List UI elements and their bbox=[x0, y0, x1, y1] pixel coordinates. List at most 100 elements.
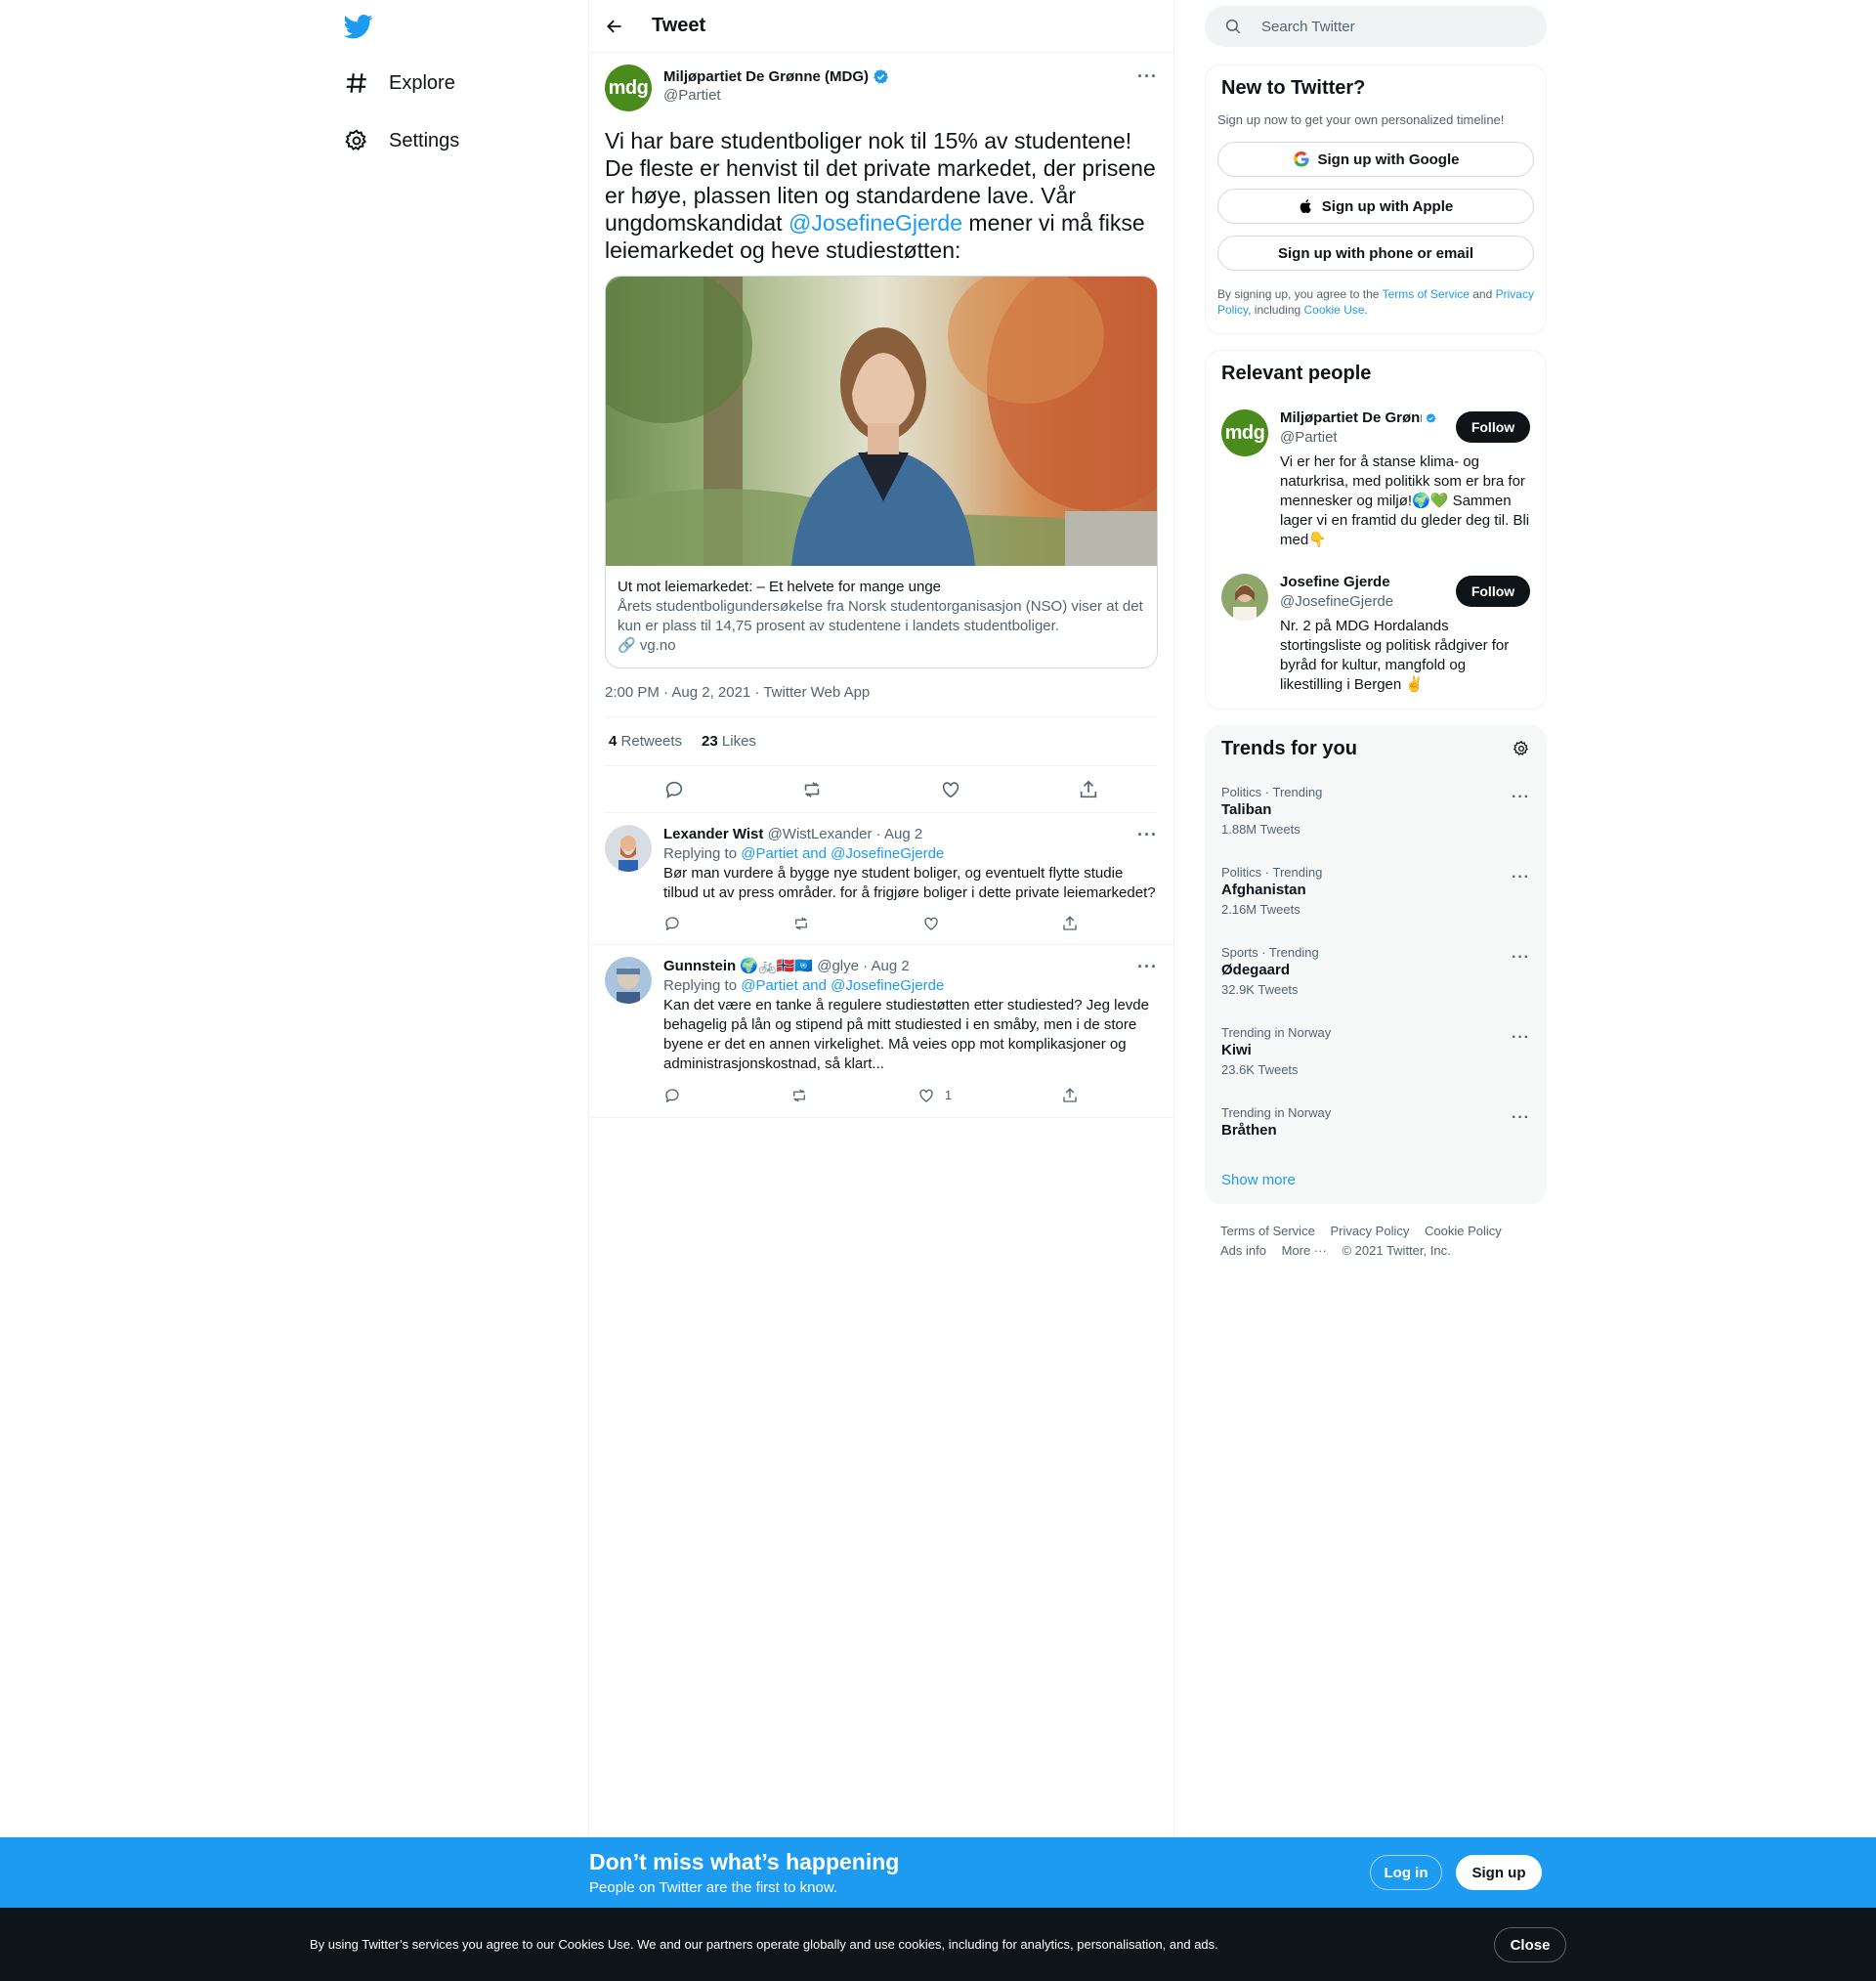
page-title: Tweet bbox=[652, 15, 706, 36]
reply-icon[interactable] bbox=[663, 779, 685, 800]
reply-author-name[interactable]: Lexander Wist bbox=[663, 826, 763, 842]
mention-link[interactable]: @JosefineGjerde bbox=[789, 210, 962, 236]
reply-header: Gunnstein 🌍🚲🇳🇴🇺🇳 @glye · Aug 2 bbox=[663, 957, 1158, 976]
trend-item[interactable]: Trending in Norway Bråthen ··· bbox=[1221, 1105, 1530, 1139]
follow-button[interactable]: Follow bbox=[1456, 411, 1530, 443]
like-action[interactable]: 1 bbox=[917, 1086, 952, 1105]
retweets-label: Retweets bbox=[620, 733, 683, 750]
search-bar[interactable]: Search Twitter bbox=[1205, 6, 1547, 47]
footer-privacy-link[interactable]: Privacy Policy bbox=[1330, 1224, 1409, 1238]
trend-category: Sports · Trending bbox=[1221, 945, 1319, 960]
like-action[interactable] bbox=[922, 915, 950, 932]
search-input[interactable]: Search Twitter bbox=[1261, 19, 1355, 35]
trend-name: Ødegaard bbox=[1221, 962, 1291, 978]
new-to-twitter-panel: New to Twitter? Sign up now to get your … bbox=[1205, 65, 1547, 334]
person-name: Miljøpartiet De Grønne (MDG) bbox=[1280, 409, 1422, 426]
more-options-icon[interactable]: ··· bbox=[1137, 957, 1158, 977]
avatar[interactable] bbox=[1221, 574, 1268, 621]
footer-more-link[interactable]: More ··· bbox=[1282, 1243, 1327, 1258]
footer-ads-link[interactable]: Ads info bbox=[1220, 1243, 1266, 1258]
search-icon bbox=[1225, 19, 1241, 34]
more-options-icon[interactable]: ··· bbox=[1512, 949, 1530, 967]
retweet-icon[interactable] bbox=[792, 915, 810, 932]
like-icon[interactable] bbox=[940, 779, 961, 800]
footer-terms-link[interactable]: Terms of Service bbox=[1220, 1224, 1315, 1238]
more-options-icon[interactable]: ··· bbox=[1137, 825, 1158, 845]
terms-link[interactable]: Terms of Service bbox=[1383, 287, 1470, 301]
nav-explore[interactable]: Explore bbox=[344, 70, 455, 96]
legal-text: By signing up, you agree to the Terms of… bbox=[1217, 286, 1534, 318]
replying-to-link[interactable]: @Partiet and @JosefineGjerde bbox=[741, 977, 944, 994]
banner-title: Don’t miss what’s happening bbox=[589, 1849, 900, 1874]
panel-title: Trends for you bbox=[1221, 738, 1357, 759]
signup-google-label: Sign up with Google bbox=[1317, 151, 1460, 168]
like-icon bbox=[923, 917, 938, 930]
reply-author-name[interactable]: Gunnstein bbox=[663, 958, 736, 974]
tweet-timestamp[interactable]: 2:00 PM · Aug 2, 2021 · Twitter Web App bbox=[605, 684, 1158, 717]
relevant-people-panel: Relevant people mdg Miljøpartiet De Grøn… bbox=[1205, 350, 1547, 710]
reply-handle-date[interactable]: @glye · Aug 2 bbox=[817, 958, 909, 974]
footer-links: Terms of Service Privacy Policy Cookie P… bbox=[1220, 1222, 1514, 1261]
share-icon[interactable] bbox=[1078, 779, 1099, 800]
retweet-icon[interactable] bbox=[790, 1087, 808, 1104]
panel-subtitle: Sign up now to get your own personalized… bbox=[1217, 112, 1505, 127]
signup-apple-button[interactable]: Sign up with Apple bbox=[1217, 189, 1534, 224]
signup-phone-email-button[interactable]: Sign up with phone or email bbox=[1217, 236, 1534, 271]
show-more-link[interactable]: Show more bbox=[1221, 1172, 1296, 1188]
more-options-icon[interactable]: ··· bbox=[1137, 66, 1158, 87]
nav-settings[interactable]: Settings bbox=[344, 128, 459, 153]
avatar[interactable]: mdg bbox=[605, 65, 652, 111]
gear-icon[interactable] bbox=[1513, 740, 1530, 757]
google-icon bbox=[1293, 151, 1308, 167]
cookie-link[interactable]: Cookie Use bbox=[1304, 303, 1365, 317]
reply-icon[interactable] bbox=[663, 1087, 681, 1104]
reply-body: Lexander Wist @WistLexander · Aug 2 Repl… bbox=[663, 825, 1158, 932]
person-bio: Nr. 2 på MDG Hordalands stortingsliste o… bbox=[1280, 618, 1510, 693]
avatar[interactable] bbox=[605, 957, 652, 1004]
retweets-count: 4 bbox=[609, 733, 618, 750]
avatar[interactable] bbox=[605, 825, 652, 872]
reply-handle-date[interactable]: @WistLexander · Aug 2 bbox=[768, 826, 923, 842]
likes-stat[interactable]: 23 Likes bbox=[702, 733, 756, 750]
retweets-stat[interactable]: 4 Retweets bbox=[609, 733, 682, 750]
gear-icon bbox=[345, 129, 367, 151]
trend-item[interactable]: Politics · Trending Taliban 1.88M Tweets… bbox=[1221, 785, 1530, 837]
trend-category: Trending in Norway bbox=[1221, 1025, 1332, 1040]
share-icon[interactable] bbox=[1061, 915, 1079, 932]
reply-icon[interactable] bbox=[663, 915, 681, 932]
twitter-bird-icon[interactable] bbox=[344, 12, 373, 41]
replying-to-link[interactable]: @Partiet and @JosefineGjerde bbox=[741, 845, 944, 862]
avatar[interactable]: mdg bbox=[1221, 409, 1268, 456]
login-button[interactable]: Log in bbox=[1370, 1855, 1442, 1890]
cookie-banner: By using Twitter’s services you agree to… bbox=[0, 1908, 1876, 1981]
more-options-icon[interactable]: ··· bbox=[1512, 789, 1530, 806]
main-column: Tweet mdg Miljøpartiet De Grønne (MDG) @… bbox=[588, 0, 1174, 1837]
more-options-icon[interactable]: ··· bbox=[1512, 869, 1530, 886]
reply-actions bbox=[663, 915, 1079, 932]
card-image bbox=[606, 277, 1157, 566]
legal-part-3: , including bbox=[1248, 303, 1304, 317]
verified-badge-icon bbox=[874, 69, 888, 84]
more-options-icon[interactable]: ··· bbox=[1512, 1029, 1530, 1047]
reply-tweet[interactable]: Gunnstein 🌍🚲🇳🇴🇺🇳 @glye · Aug 2 Replying … bbox=[589, 945, 1173, 1118]
signup-google-button[interactable]: Sign up with Google bbox=[1217, 142, 1534, 177]
person-name: Josefine Gjerde bbox=[1280, 574, 1390, 590]
trend-item[interactable]: Trending in Norway Kiwi 23.6K Tweets ··· bbox=[1221, 1025, 1530, 1077]
link-preview-card[interactable]: Ut mot leiemarkedet: – Et helvete for ma… bbox=[605, 276, 1158, 668]
reply-tweet[interactable]: Lexander Wist @WistLexander · Aug 2 Repl… bbox=[589, 813, 1173, 945]
author-name-row[interactable]: Miljøpartiet De Grønne (MDG) bbox=[663, 68, 889, 85]
arrow-left-icon[interactable] bbox=[605, 17, 624, 36]
author-handle[interactable]: @Partiet bbox=[663, 87, 889, 104]
retweet-icon[interactable] bbox=[801, 779, 823, 800]
close-button[interactable]: Close bbox=[1494, 1927, 1566, 1962]
share-icon[interactable] bbox=[1061, 1087, 1079, 1104]
footer-cookie-link[interactable]: Cookie Policy bbox=[1425, 1224, 1502, 1238]
signup-button[interactable]: Sign up bbox=[1456, 1855, 1542, 1890]
tweet-actions bbox=[605, 766, 1158, 813]
verified-badge-icon bbox=[1426, 412, 1436, 423]
trend-item[interactable]: Sports · Trending Ødegaard 32.9K Tweets … bbox=[1221, 945, 1530, 997]
more-options-icon[interactable]: ··· bbox=[1512, 1109, 1530, 1127]
follow-button[interactable]: Follow bbox=[1456, 576, 1530, 607]
trend-item[interactable]: Politics · Trending Afghanistan 2.16M Tw… bbox=[1221, 865, 1530, 917]
reply-actions: 1 bbox=[663, 1086, 1079, 1105]
